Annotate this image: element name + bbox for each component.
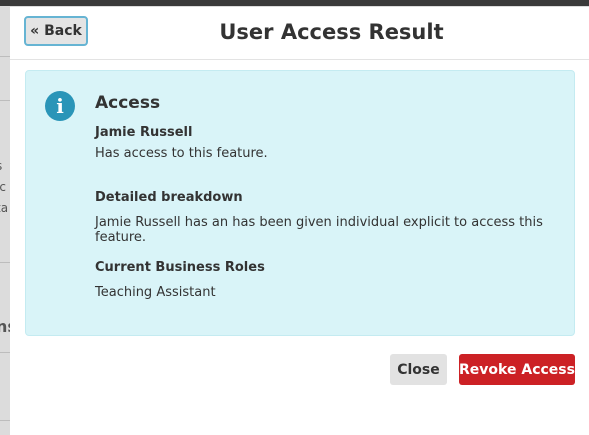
roles-label: Current Business Roles: [95, 260, 265, 275]
background-text: ta: [0, 201, 9, 215]
background-text: s: [0, 159, 2, 173]
breakdown-text: Jamie Russell has an has been given indi…: [95, 215, 543, 245]
roles-value: Teaching Assistant: [95, 285, 216, 300]
close-button[interactable]: Close: [390, 354, 447, 385]
background-divider: [0, 262, 10, 263]
background-topbar: [0, 0, 589, 6]
user-name-label: Jamie Russell: [95, 125, 193, 140]
revoke-access-button[interactable]: Revoke Access: [459, 354, 575, 385]
modal-header: « Back User Access Result: [10, 7, 589, 60]
user-access-modal: « Back User Access Result i Access Jamie…: [10, 7, 589, 435]
breakdown-label: Detailed breakdown: [95, 190, 243, 205]
background-text: ic: [0, 180, 6, 194]
background-divider: [0, 100, 10, 101]
background-divider: [0, 56, 10, 57]
panel-heading: Access: [95, 93, 161, 113]
info-circle-icon: i: [45, 91, 75, 121]
background-divider: [0, 420, 10, 421]
modal-title: User Access Result: [219, 20, 444, 44]
background-divider: [0, 352, 10, 353]
access-info-panel: i Access Jamie Russell Has access to thi…: [25, 70, 575, 336]
user-access-text: Has access to this feature.: [95, 146, 268, 161]
